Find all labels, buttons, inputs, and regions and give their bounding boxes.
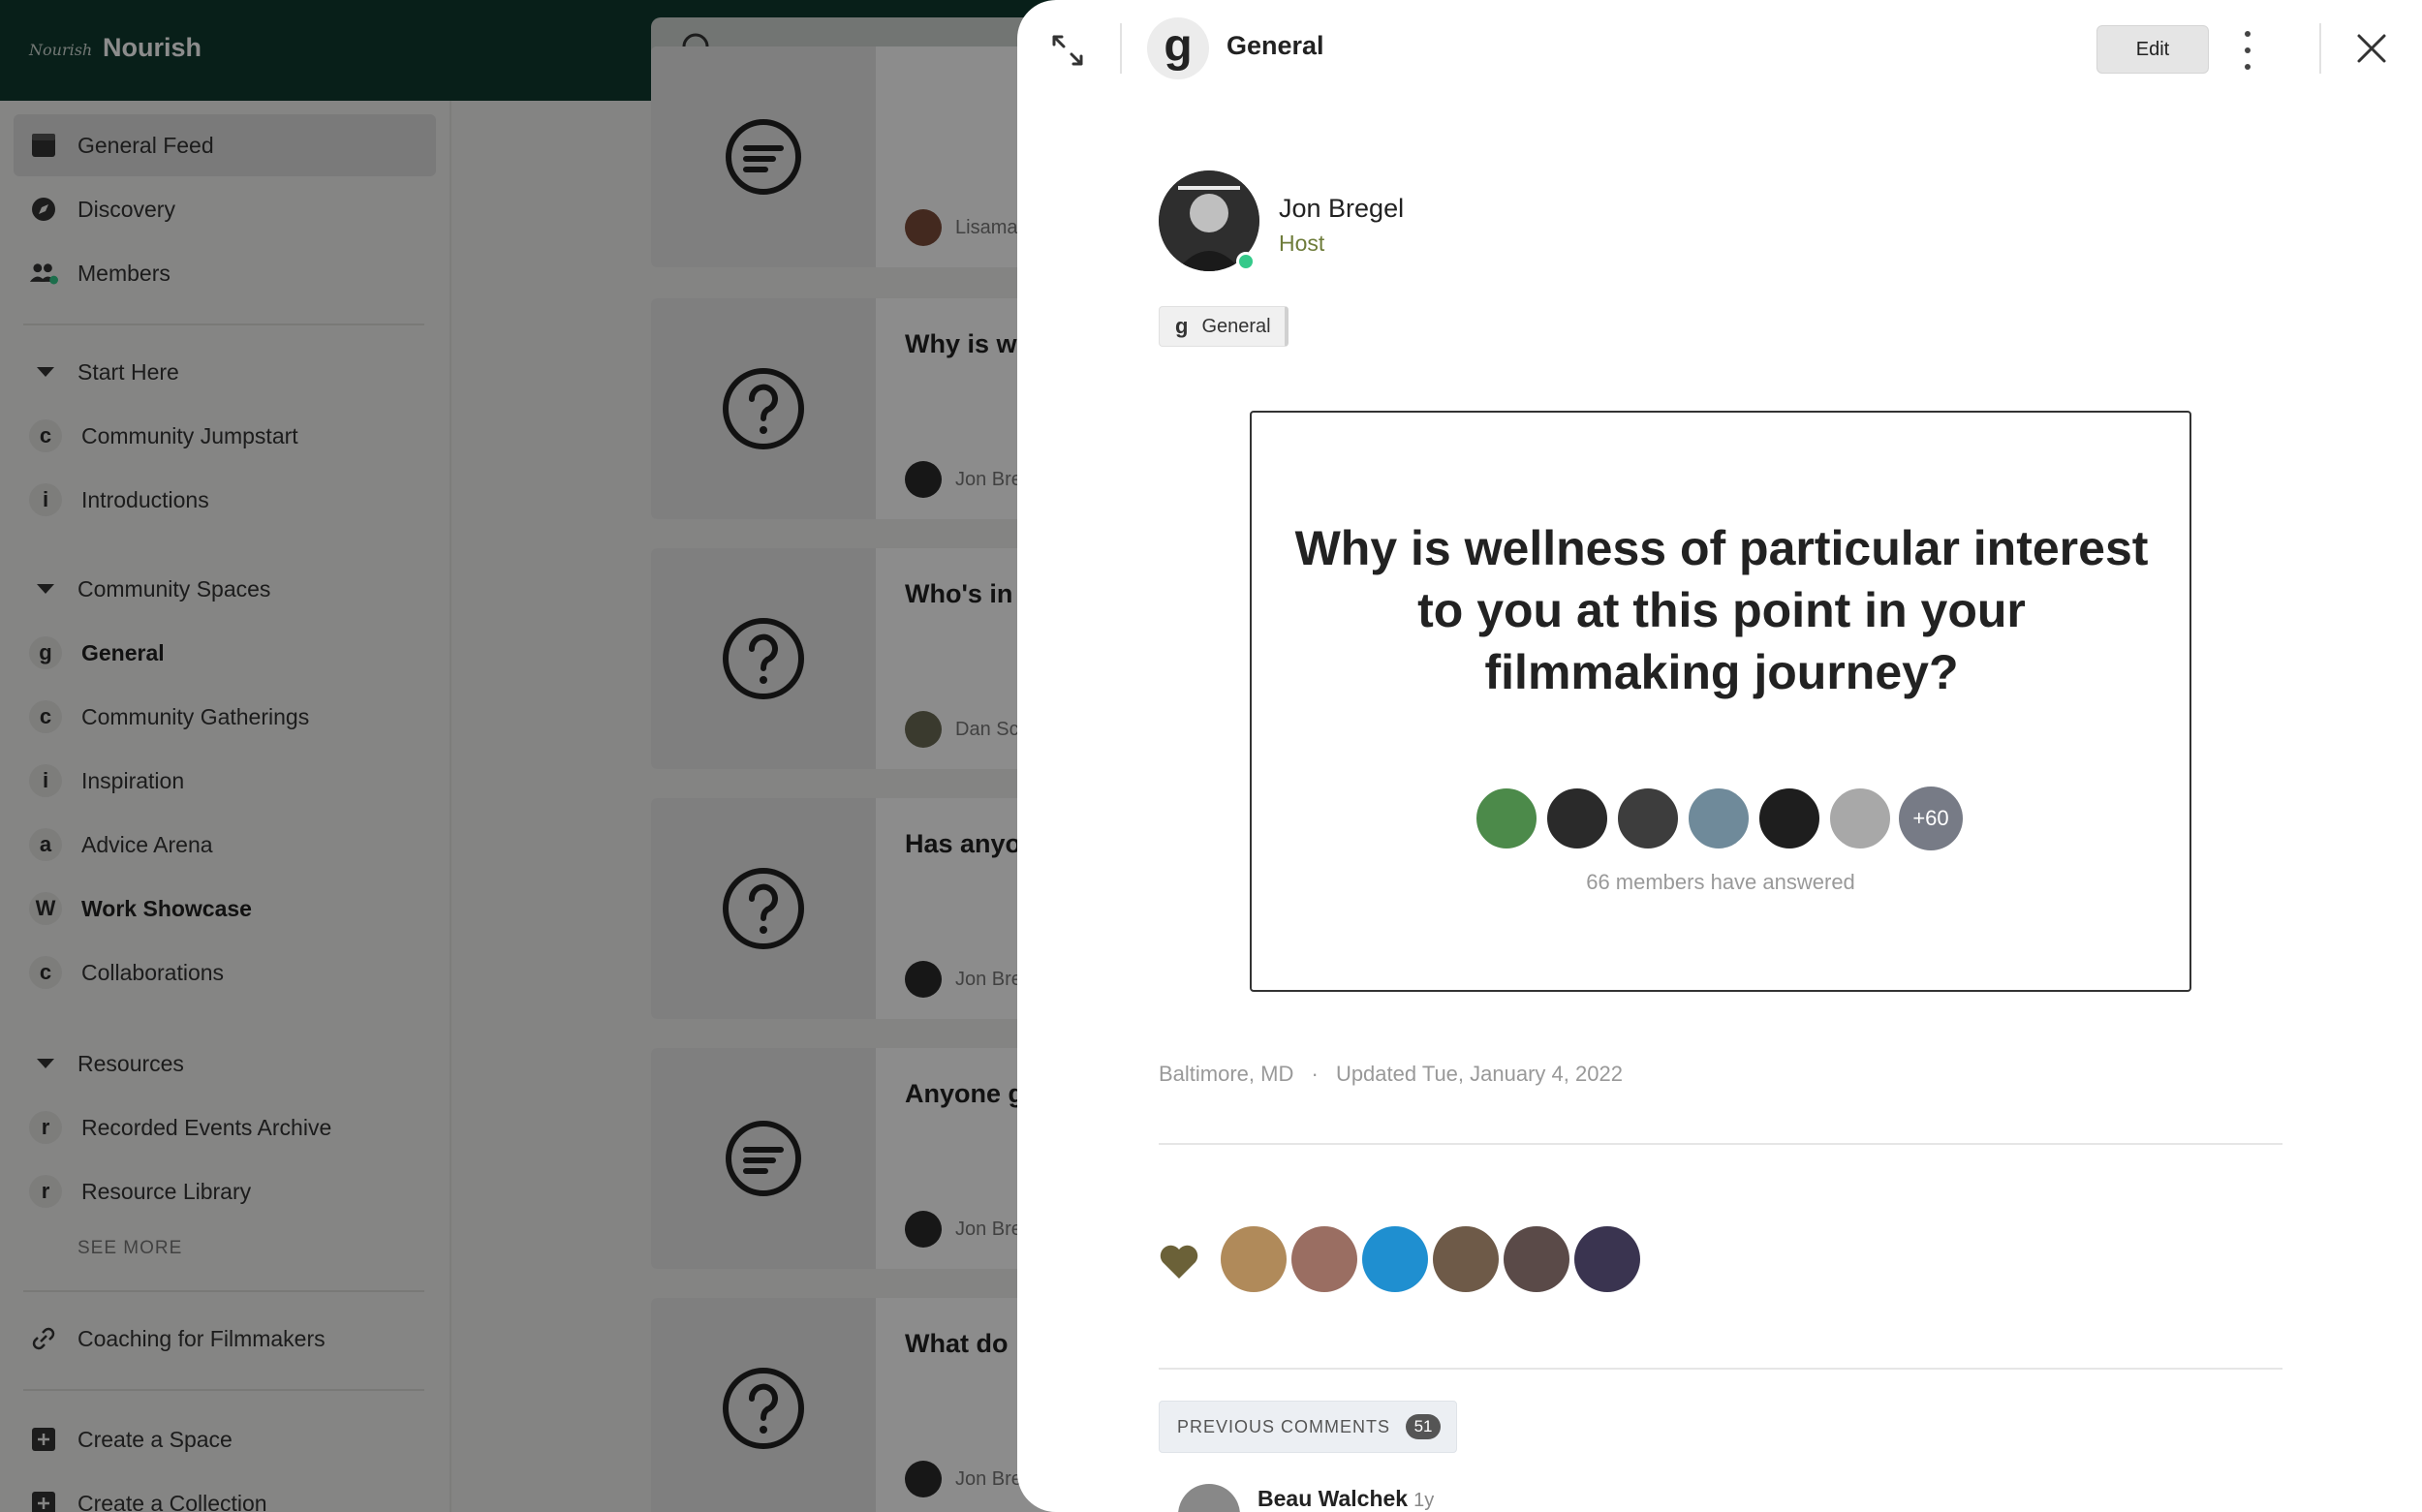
comment-author-name: Beau Walchek bbox=[1258, 1486, 1409, 1511]
comment-author[interactable]: Beau Walchek 1y bbox=[1258, 1486, 1434, 1512]
avatar[interactable] bbox=[1159, 170, 1259, 271]
section-divider bbox=[1159, 1368, 2282, 1370]
post-detail-panel: g General Edit Jon Bregel Host g General… bbox=[1017, 0, 2422, 1512]
post-updated: Updated Tue, January 4, 2022 bbox=[1335, 1062, 1623, 1086]
space-tag[interactable]: g General bbox=[1159, 306, 1289, 347]
close-icon[interactable] bbox=[2354, 31, 2389, 66]
heart-icon[interactable] bbox=[1159, 1244, 1199, 1281]
space-letter-icon: g bbox=[1175, 314, 1189, 338]
header-divider bbox=[1120, 23, 1122, 74]
avatar bbox=[1757, 787, 1821, 850]
header-divider bbox=[2319, 23, 2321, 74]
avatar bbox=[1291, 1226, 1357, 1292]
comment-count-badge: 51 bbox=[1406, 1414, 1442, 1439]
avatar bbox=[1362, 1226, 1428, 1292]
avatar bbox=[1687, 787, 1751, 850]
question-card[interactable]: Why is wellness of particular interest t… bbox=[1250, 411, 2191, 992]
avatar bbox=[1828, 787, 1892, 850]
author-name[interactable]: Jon Bregel bbox=[1279, 194, 1404, 224]
avatar bbox=[1574, 1226, 1640, 1292]
avatar bbox=[1433, 1226, 1499, 1292]
question-text: Why is wellness of particular interest t… bbox=[1294, 521, 2149, 699]
answered-count: 66 members have answered bbox=[1586, 870, 1855, 894]
post-meta: Baltimore, MD · Updated Tue, January 4, … bbox=[1159, 1062, 1623, 1087]
author-role: Host bbox=[1279, 231, 1325, 256]
reactions-avatars[interactable] bbox=[1221, 1226, 1645, 1292]
previous-comments-label: PREVIOUS COMMENTS bbox=[1177, 1416, 1391, 1436]
post-location: Baltimore, MD bbox=[1159, 1062, 1294, 1086]
edit-button[interactable]: Edit bbox=[2096, 25, 2209, 74]
section-divider bbox=[1159, 1143, 2282, 1145]
space-letter-icon: g bbox=[1147, 17, 1209, 79]
comment-time: 1y bbox=[1413, 1490, 1435, 1511]
meta-separator: · bbox=[1311, 1062, 1319, 1086]
avatar bbox=[1545, 787, 1609, 850]
avatar bbox=[1221, 1226, 1287, 1292]
avatar[interactable] bbox=[1178, 1484, 1240, 1512]
more-members-badge: +60 bbox=[1899, 787, 1963, 850]
expand-icon[interactable] bbox=[1050, 33, 1085, 68]
space-title[interactable]: General bbox=[1227, 31, 1324, 61]
answered-members[interactable]: +60 bbox=[1475, 787, 1963, 850]
space-tag-label: General bbox=[1201, 315, 1271, 337]
panel-header: g General Edit bbox=[1017, 0, 2422, 97]
online-status-indicator bbox=[1236, 252, 1256, 271]
more-options-icon[interactable] bbox=[2238, 31, 2257, 70]
previous-comments-button[interactable]: PREVIOUS COMMENTS 51 bbox=[1159, 1401, 1458, 1453]
avatar bbox=[1475, 787, 1538, 850]
avatar bbox=[1616, 787, 1680, 850]
avatar bbox=[1504, 1226, 1569, 1292]
